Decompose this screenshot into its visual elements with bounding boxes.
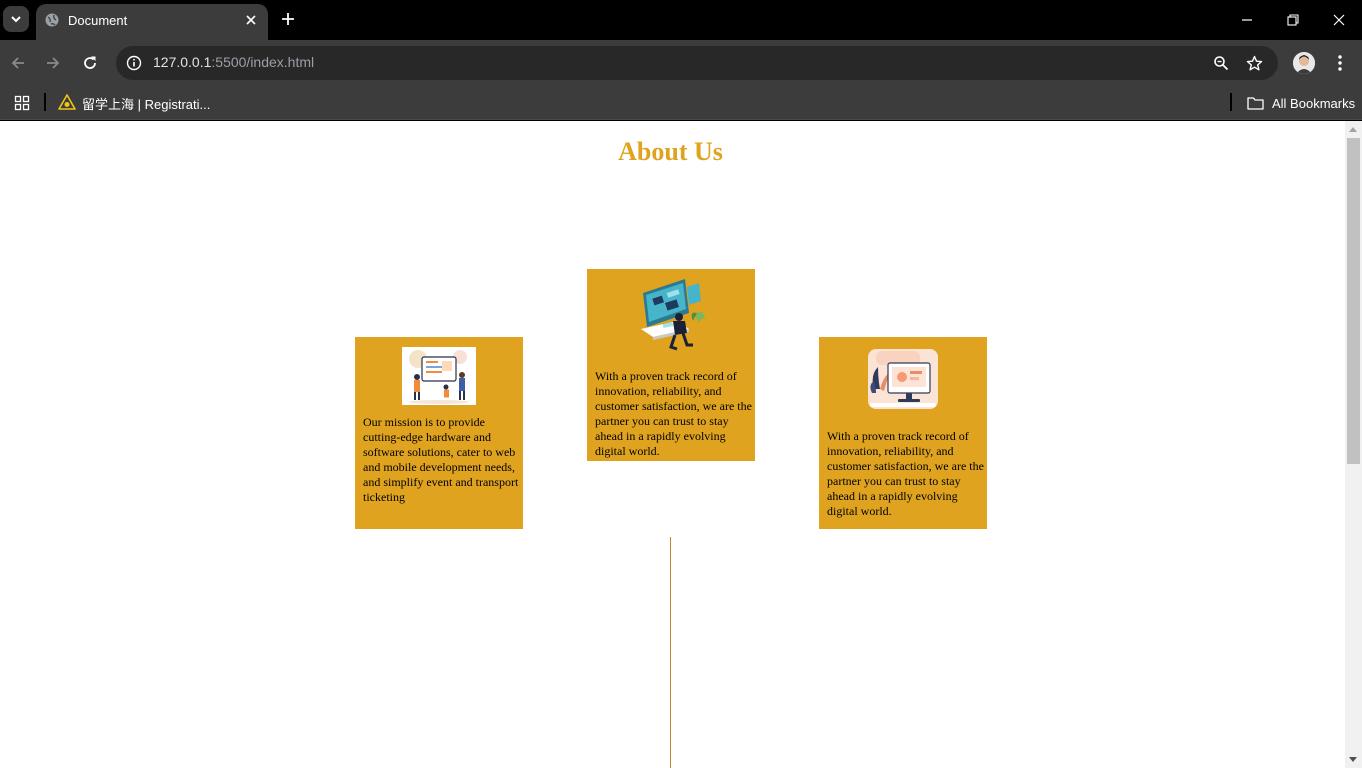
- all-bookmarks-label: All Bookmarks: [1272, 95, 1356, 111]
- bookmark-label: 留学上海 | Registrati...: [82, 96, 211, 112]
- apps-button[interactable]: [12, 93, 32, 113]
- back-button[interactable]: [6, 51, 30, 75]
- site-info-button[interactable]: [122, 51, 146, 75]
- card-text: With a proven track record of innovation…: [595, 369, 752, 458]
- card-text: Our mission is to provide cutting-edge h…: [363, 415, 519, 504]
- developer-at-desk-illustration: [633, 277, 709, 353]
- arrow-right-icon: [47, 57, 60, 69]
- browser-toolbar: 127.0.0.1:5500/index.html: [0, 40, 1362, 86]
- tab-title: Document: [68, 13, 128, 28]
- minimize-button[interactable]: [1224, 0, 1270, 40]
- about-card-track-record: With a proven track record of innovation…: [587, 269, 755, 461]
- page-viewport: About Us Our mission is to provide cutti…: [0, 121, 1345, 768]
- tab-search-button[interactable]: [3, 6, 29, 32]
- scroll-thumb[interactable]: [1347, 138, 1360, 464]
- team-whiteboard-illustration: [402, 347, 476, 405]
- url-text[interactable]: 127.0.0.1:5500/index.html: [153, 54, 314, 70]
- browser-menu-button[interactable]: [1330, 52, 1350, 74]
- bookmark-favicon-icon: [58, 94, 76, 110]
- avatar-icon: [1293, 52, 1315, 74]
- plus-icon: [282, 13, 294, 25]
- about-card-partner: With a proven track record of innovation…: [819, 337, 987, 529]
- profile-avatar[interactable]: [1293, 52, 1315, 74]
- arrow-left-icon: [11, 57, 24, 69]
- star-icon: [1246, 55, 1262, 70]
- minimize-icon: [1242, 19, 1252, 21]
- scroll-up-arrow[interactable]: [1349, 127, 1357, 132]
- timeline-line: [670, 537, 671, 768]
- all-bookmarks-button[interactable]: All Bookmarks: [1247, 92, 1355, 114]
- folder-icon: [1247, 97, 1264, 110]
- reload-icon: [84, 56, 96, 69]
- address-bar[interactable]: 127.0.0.1:5500/index.html: [116, 46, 1278, 80]
- bookmark-item[interactable]: 留学上海 | Registrati...: [58, 92, 210, 114]
- info-icon: [126, 55, 142, 71]
- card-text: With a proven track record of innovation…: [827, 429, 984, 518]
- bookmarks-separator: [44, 93, 46, 111]
- page-title: About Us: [618, 137, 723, 166]
- tab-strip: Document: [0, 0, 1362, 40]
- new-tab-button[interactable]: [278, 9, 298, 29]
- chevron-down-icon: [11, 16, 21, 23]
- url-path: :5500/index.html: [211, 54, 315, 70]
- restore-button[interactable]: [1270, 0, 1316, 40]
- zoom-button[interactable]: [1211, 53, 1231, 73]
- close-window-button[interactable]: [1316, 0, 1362, 40]
- zoom-icon: [1214, 56, 1229, 71]
- close-icon: [246, 15, 256, 25]
- bookmark-star-button[interactable]: [1244, 53, 1264, 73]
- browser-tab[interactable]: Document: [36, 4, 268, 40]
- globe-icon: [45, 13, 59, 27]
- about-card-mission: Our mission is to provide cutting-edge h…: [355, 337, 523, 529]
- page-scrollbar[interactable]: [1345, 121, 1362, 768]
- apps-grid-icon: [14, 95, 30, 111]
- forward-button[interactable]: [41, 51, 65, 75]
- close-icon: [1333, 14, 1345, 26]
- restore-icon: [1287, 14, 1299, 26]
- url-host: 127.0.0.1: [153, 54, 212, 70]
- tab-close-button[interactable]: [242, 11, 260, 29]
- more-vertical-icon: [1338, 55, 1342, 71]
- monitor-plants-illustration: [868, 349, 938, 409]
- bookmarks-bar: 留学上海 | Registrati... All Bookmarks: [0, 86, 1362, 120]
- reload-button[interactable]: [78, 51, 102, 75]
- bookmarks-separator: [1230, 93, 1232, 111]
- scroll-down-arrow[interactable]: [1349, 757, 1357, 762]
